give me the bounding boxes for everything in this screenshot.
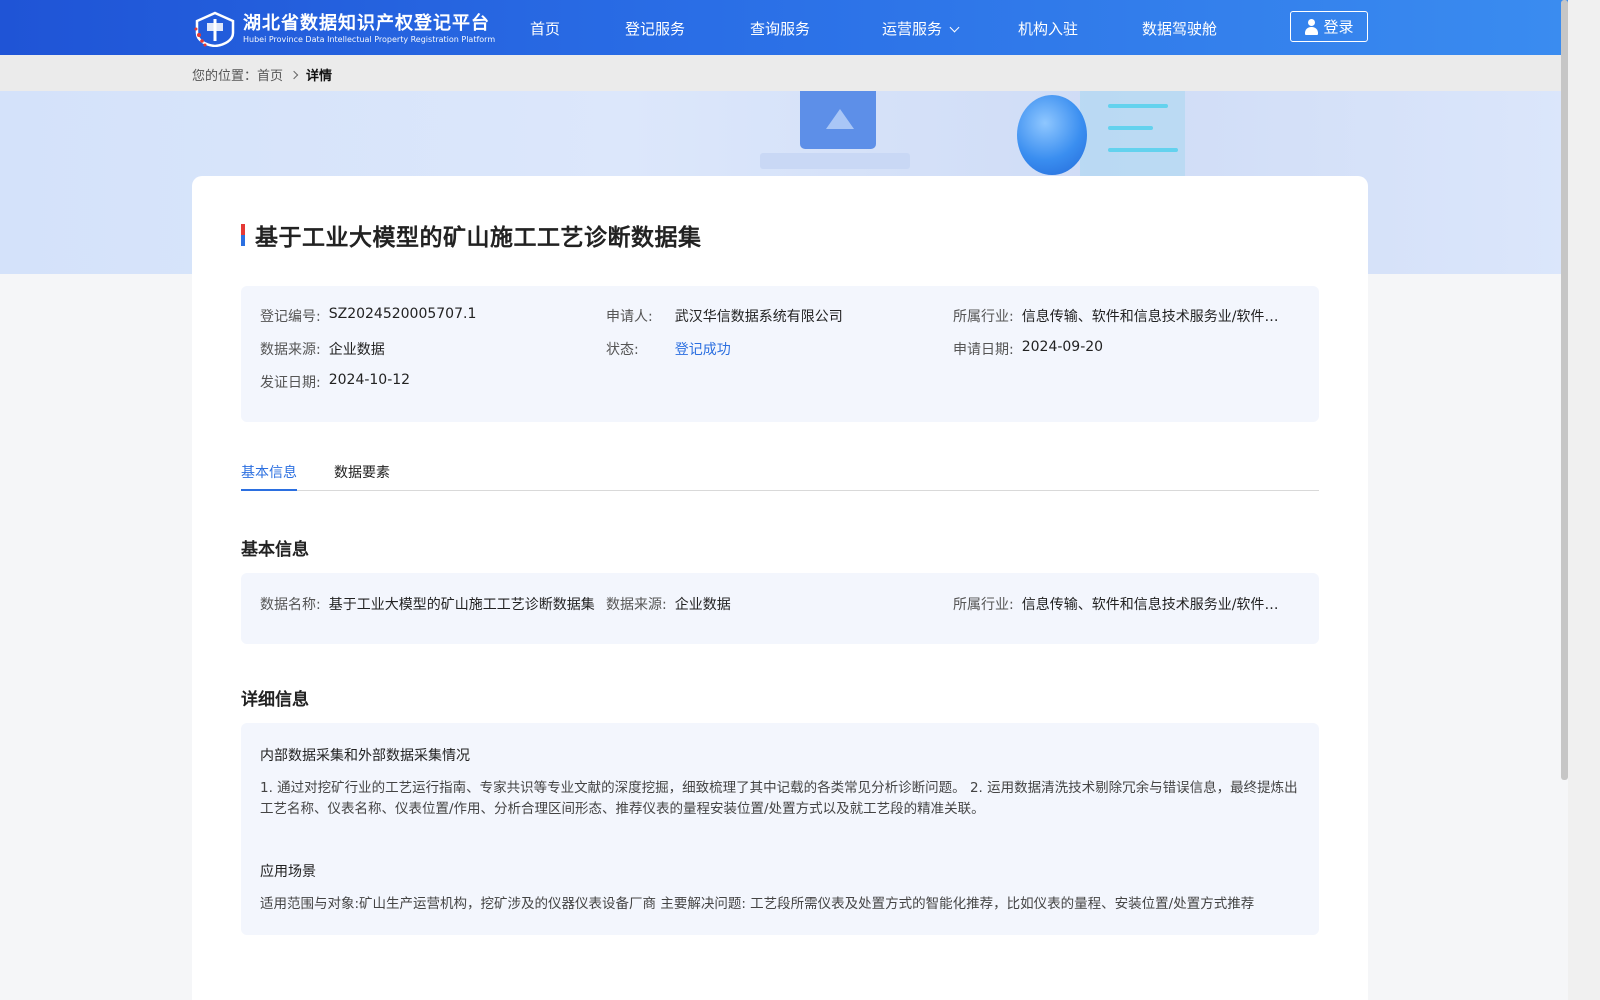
tab-basic-info[interactable]: 基本信息 [241, 462, 297, 491]
nav-institution-join[interactable]: 机构入驻 [1018, 18, 1078, 39]
basic-info-panel: 数据名称: 基于工业大模型的矿山施工工艺诊断数据集 数据来源: 企业数据 所属行… [241, 573, 1319, 644]
applicant-label: 申请人: [606, 309, 653, 325]
banner-decor-line [1108, 126, 1153, 130]
basic-name-value: 基于工业大模型的矿山施工工艺诊断数据集 [328, 597, 595, 613]
banner-decor-base [760, 153, 910, 169]
detail-card: 基于工业大模型的矿山施工工艺诊断数据集 登记编号: SZ202452000570… [192, 176, 1368, 1000]
apply-date-value: 2024-09-20 [1021, 339, 1104, 355]
summary-reg-no: 登记编号: SZ2024520005707.1 [260, 306, 476, 326]
breadcrumb-current: 详情 [306, 69, 333, 84]
applicant-value: 武汉华信数据系统有限公司 [674, 309, 843, 325]
collect-title: 内部数据采集和外部数据采集情况 [260, 748, 470, 764]
nav-operation-label: 运营服务 [882, 20, 943, 38]
basic-section-title: 基本信息 [241, 540, 309, 560]
status-badge: 登记成功 [674, 342, 731, 358]
breadcrumb-home-link[interactable]: 首页 [257, 65, 283, 84]
basic-source-label: 数据来源: [606, 597, 667, 613]
logo-title-cn: 湖北省数据知识产权登记平台 [243, 13, 490, 34]
issue-date-value: 2024-10-12 [328, 372, 411, 388]
title-accent-icon [241, 224, 245, 246]
breadcrumb: 您的位置： 首页 详情 [192, 65, 332, 84]
collect-text: 1. 通过对挖矿行业的工艺运行指南、专家共识等专业文献的深度挖掘，细致梳理了其中… [260, 780, 1298, 817]
basic-source: 数据来源: 企业数据 [606, 594, 731, 614]
basic-industry-label: 所属行业: [953, 597, 1014, 613]
login-label: 登录 [1323, 18, 1354, 36]
summary-issue-date: 发证日期: 2024-10-12 [260, 372, 410, 392]
banner-image-icon [800, 91, 876, 149]
top-header: 湖北省数据知识产权登记平台 Hubei Province Data Intell… [0, 0, 1568, 55]
basic-name: 数据名称: 基于工业大模型的矿山施工工艺诊断数据集 [260, 594, 595, 614]
page-title: 基于工业大模型的矿山施工工艺诊断数据集 [255, 225, 702, 251]
summary-source: 数据来源: 企业数据 [260, 339, 385, 359]
banner-decor-panel [1080, 91, 1185, 181]
detail-tabs: 基本信息 数据要素 [241, 462, 1319, 491]
detail-info-panel: 内部数据采集和外部数据采集情况 1. 通过对挖矿行业的工艺运行指南、专家共识等专… [241, 723, 1319, 935]
nav-query-service[interactable]: 查询服务 [750, 18, 810, 39]
logo-emblem-icon [193, 11, 237, 48]
breadcrumb-bar: 您的位置： 首页 详情 [0, 55, 1568, 91]
status-label: 状态: [606, 342, 639, 358]
issue-date-label: 发证日期: [260, 375, 321, 391]
apply-date-label: 申请日期: [953, 342, 1014, 358]
breadcrumb-prefix: 您的位置： [192, 69, 258, 84]
chevron-right-icon [289, 70, 299, 79]
tab-data-elements[interactable]: 数据要素 [334, 462, 390, 491]
reg-no-value: SZ2024520005707.1 [328, 306, 477, 322]
user-icon [1304, 18, 1319, 35]
banner-decor-line [1108, 148, 1178, 152]
basic-name-label: 数据名称: [260, 597, 321, 613]
detail-section-title: 详细信息 [241, 690, 309, 710]
source-label: 数据来源: [260, 342, 321, 358]
nav-operation-service[interactable]: 运营服务 [882, 18, 960, 39]
summary-status: 状态: 登记成功 [606, 339, 731, 359]
nav-registration-service[interactable]: 登记服务 [625, 18, 685, 39]
summary-industry: 所属行业: 信息传输、软件和信息技术服务业/软件和信息技术服务业 [953, 306, 1290, 326]
login-button[interactable]: 登录 [1290, 11, 1368, 42]
scene-text: 适用范围与对象:矿山生产运营机构，挖矿涉及的仪器仪表设备厂商 主要解决问题: 工… [260, 896, 1255, 912]
chevron-down-icon [949, 22, 960, 33]
banner-decor-line [1108, 104, 1168, 108]
industry-label: 所属行业: [953, 309, 1014, 325]
banner-decor-sphere [1017, 95, 1087, 175]
page-scrollbar-thumb[interactable] [1561, 0, 1568, 780]
basic-industry: 所属行业: 信息传输、软件和信息技术服务业/软件和信息技术服务业 [953, 594, 1290, 614]
summary-applicant: 申请人: 武汉华信数据系统有限公司 [606, 306, 843, 326]
nav-data-cockpit[interactable]: 数据驾驶舱 [1142, 18, 1217, 39]
basic-industry-value: 信息传输、软件和信息技术服务业/软件和信息技术服务业 [1021, 597, 1290, 613]
summary-panel: 登记编号: SZ2024520005707.1 申请人: 武汉华信数据系统有限公… [241, 286, 1319, 422]
summary-apply-date: 申请日期: 2024-09-20 [953, 339, 1103, 359]
scene-title: 应用场景 [260, 864, 316, 880]
platform-logo[interactable]: 湖北省数据知识产权登记平台 Hubei Province Data Intell… [193, 10, 495, 48]
reg-no-label: 登记编号: [260, 309, 321, 325]
logo-title-en: Hubei Province Data Intellectual Propert… [243, 35, 496, 44]
page-scrollbar-track[interactable] [1568, 0, 1600, 1000]
title-row: 基于工业大模型的矿山施工工艺诊断数据集 [241, 218, 702, 252]
industry-value: 信息传输、软件和信息技术服务业/软件和信息技术服务业 [1021, 309, 1290, 325]
basic-source-value: 企业数据 [674, 597, 731, 613]
nav-home[interactable]: 首页 [530, 18, 560, 39]
source-value: 企业数据 [328, 342, 385, 358]
